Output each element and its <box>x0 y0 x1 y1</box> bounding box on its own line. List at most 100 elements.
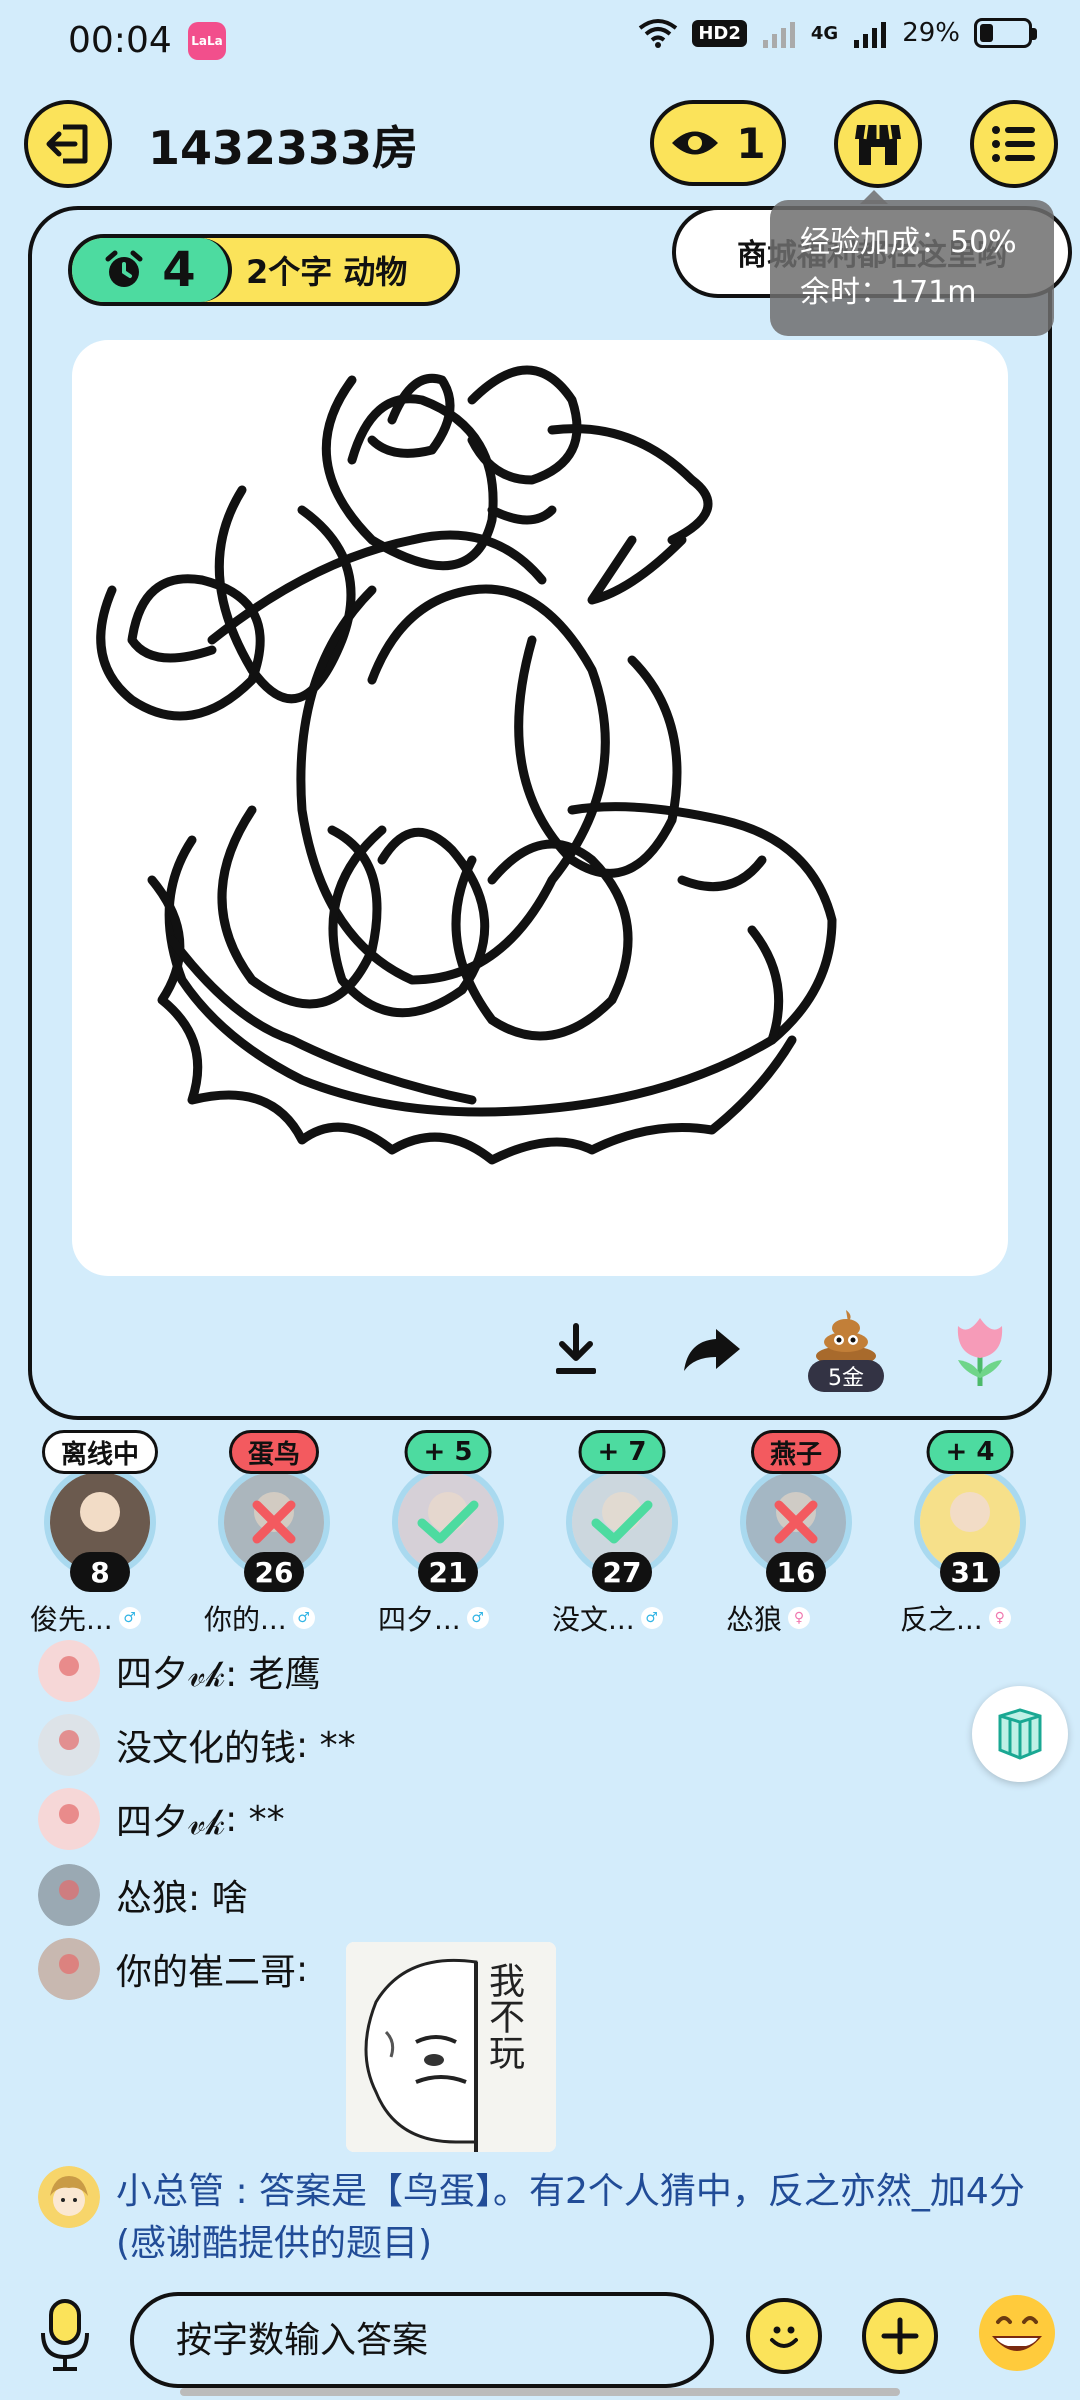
battery-percent: 29% <box>902 18 960 48</box>
male-icon: ♂ <box>292 1607 315 1629</box>
player-name-row: 你的... ♂ <box>204 1598 344 1638</box>
shop-button[interactable] <box>834 100 922 188</box>
player-name-row: 反之... ♀ <box>900 1598 1040 1638</box>
chat-message: 四夕𝓋𝓀 : ** <box>38 1788 285 1850</box>
viewers-button[interactable]: 1 <box>650 100 786 186</box>
alarm-clock-icon <box>105 250 143 287</box>
download-icon <box>556 1323 596 1374</box>
shop-icon <box>855 124 901 165</box>
app-notification-icon: LaLa <box>188 22 226 60</box>
tulip-icon <box>957 1318 1003 1386</box>
player-name: 反之... <box>900 1603 983 1636</box>
player-name-row: 俊先... ♂ <box>30 1598 170 1638</box>
viewer-count: 1 <box>736 118 766 168</box>
player-name-row: 没文... ♂ <box>552 1598 692 1638</box>
chat-sender: 怂狼 <box>116 1878 189 1919</box>
chat-text: : 老鹰 <box>225 1654 321 1695</box>
share-arrow-icon <box>684 1329 740 1371</box>
chat-sender: 你的崔二哥 <box>116 1952 297 1993</box>
female-icon: ♀ <box>788 1607 811 1629</box>
answer-input[interactable] <box>130 2292 714 2388</box>
drawing-canvas[interactable] <box>72 340 1008 1276</box>
chat-avatar[interactable] <box>38 1864 100 1926</box>
share-button[interactable] <box>676 1318 748 1382</box>
player-badge: + 4 <box>926 1430 1014 1474</box>
chat-sender: 四夕𝓋𝓀 <box>116 1654 226 1695</box>
drawing-sketch <box>96 365 837 1165</box>
signal-empty-icon <box>762 22 795 48</box>
remaining-time-text: 余时：171m <box>800 275 977 310</box>
player-badge: 离线中 <box>41 1430 159 1474</box>
chat-text: : ** <box>296 1724 356 1766</box>
system-message-text: 小总管 : 答案是【鸟蛋】。有2个人猜中，反之亦然_加4分(感谢酷提供的题目) <box>116 2171 1025 2264</box>
download-button[interactable] <box>544 1318 608 1382</box>
female-icon: ♀ <box>988 1607 1011 1629</box>
status-icons: HD2 4G 29% <box>638 18 1037 48</box>
poop-gift-button[interactable]: 5金 <box>806 1306 886 1392</box>
player-card[interactable]: 离线中 8 俊先... ♂ <box>30 1430 170 1640</box>
grinning-face-icon <box>979 2295 1055 2371</box>
chat-text: : 啥 <box>188 1878 248 1919</box>
list-icon <box>992 126 1035 162</box>
chat-message: 你的崔二哥 : <box>38 1938 308 2000</box>
chat-text: : <box>296 1948 309 1990</box>
expression-button[interactable] <box>976 2292 1058 2374</box>
player-badge: + 5 <box>404 1430 492 1474</box>
player-badge: 燕子 <box>750 1430 842 1474</box>
player-card[interactable]: + 7 27 没文... ♂ <box>552 1430 692 1640</box>
player-card[interactable]: + 4 31 反之... ♀ <box>900 1430 1040 1640</box>
exit-icon <box>46 124 88 164</box>
player-score: 27 <box>592 1552 652 1592</box>
chat-text: : ** <box>225 1798 285 1840</box>
player-name-row: 怂狼 ♀ <box>726 1598 866 1638</box>
male-icon: ♂ <box>640 1607 663 1629</box>
player-name: 俊先... <box>30 1603 113 1636</box>
signal-icon <box>854 22 887 48</box>
room-title: 1432333房 <box>148 121 419 175</box>
exp-bonus-tooltip: 经验加成：50% 余时：171m <box>770 200 1054 336</box>
more-button[interactable] <box>862 2298 938 2374</box>
menu-button[interactable] <box>970 100 1058 188</box>
chat-message: 四夕𝓋𝓀 : 老鹰 <box>38 1640 321 1702</box>
emoji-button[interactable] <box>746 2298 822 2374</box>
network-type: 4G <box>810 22 839 44</box>
chat-avatar[interactable] <box>38 1640 100 1702</box>
chat-sender: 没文化的钱 <box>116 1728 297 1769</box>
round-info: 4 2个字 动物 <box>68 234 460 306</box>
player-card[interactable]: 蛋鸟 26 你的... ♂ <box>204 1430 344 1640</box>
chat-avatar[interactable] <box>38 1938 100 2000</box>
player-name: 怂狼 <box>726 1603 783 1636</box>
flower-gift-button[interactable] <box>944 1306 1016 1392</box>
countdown-timer: 4 <box>72 238 232 302</box>
player-card[interactable]: + 5 21 四夕... ♂ <box>378 1430 518 1640</box>
floating-cube-button[interactable] <box>972 1686 1068 1782</box>
word-hint: 2个字 动物 <box>246 253 408 291</box>
battery-icon <box>974 18 1037 48</box>
microphone-icon <box>41 2299 89 2371</box>
chat-avatar[interactable] <box>38 1714 100 1776</box>
smiley-icon <box>770 2326 798 2348</box>
poop-icon <box>816 1310 876 1366</box>
exp-bonus-text: 经验加成：50% <box>800 225 1017 260</box>
player-badge: + 7 <box>578 1430 666 1474</box>
player-score: 26 <box>244 1552 304 1592</box>
player-score: 31 <box>940 1552 1000 1592</box>
chat-avatar[interactable] <box>38 1788 100 1850</box>
exit-room-button[interactable] <box>24 100 112 188</box>
player-score: 16 <box>766 1552 826 1592</box>
player-badge: 蛋鸟 <box>228 1430 320 1474</box>
poop-cost: 5金 <box>808 1360 884 1392</box>
plus-icon <box>881 2317 919 2355</box>
player-name: 你的... <box>204 1603 287 1636</box>
status-time: 00:04 <box>68 20 172 61</box>
player-score: 8 <box>70 1552 130 1592</box>
player-card[interactable]: 燕子 16 怂狼 ♀ <box>726 1430 866 1640</box>
chat-sticker[interactable]: 我不玩 <box>346 1942 556 2152</box>
wifi-icon <box>639 19 678 48</box>
chat-message: 怂狼 : 啥 <box>38 1864 248 1926</box>
voice-button[interactable] <box>30 2296 100 2376</box>
eye-icon <box>672 131 719 155</box>
sticker-caption: 我不玩 <box>483 1962 524 2070</box>
chat-message: 没文化的钱 : ** <box>38 1714 356 1776</box>
player-score: 21 <box>418 1552 478 1592</box>
